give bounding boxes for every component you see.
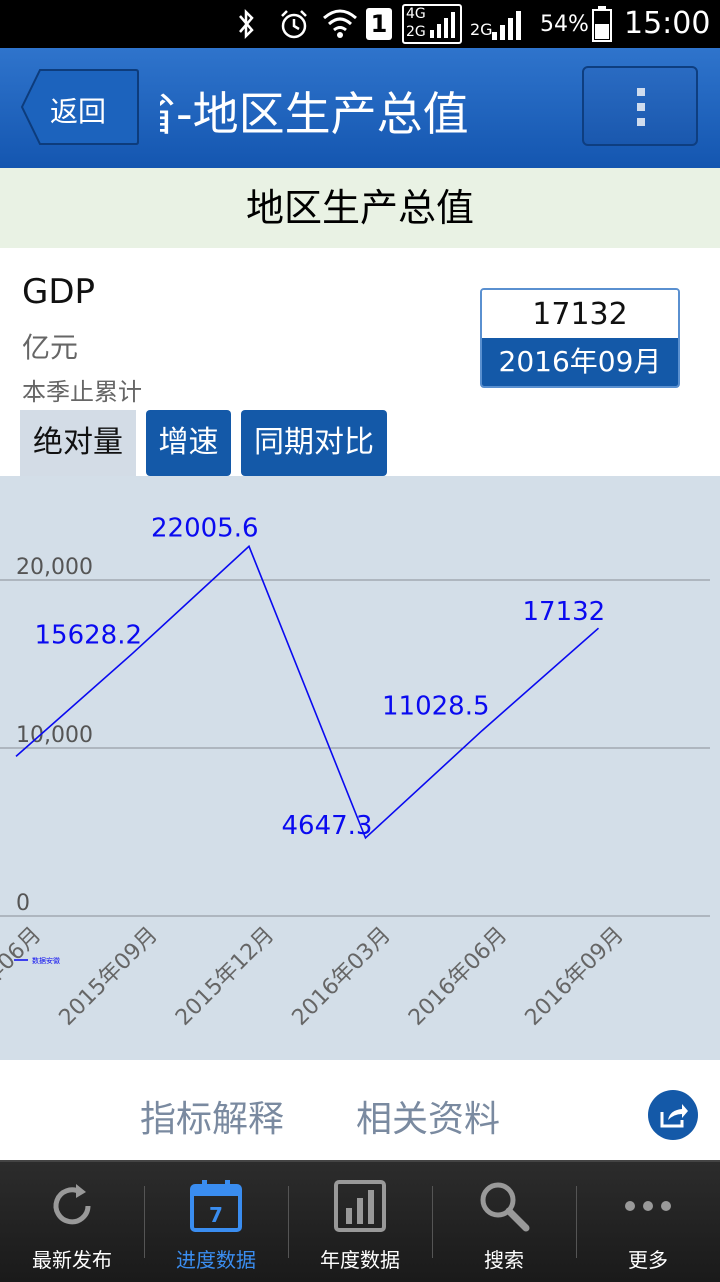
network-2g: 2G	[470, 20, 493, 39]
share-icon	[660, 1104, 688, 1128]
y-tick-label: 20,000	[16, 555, 93, 580]
sim-indicator: 1	[366, 8, 392, 40]
more-icon	[625, 1201, 671, 1211]
wifi-icon	[323, 9, 357, 38]
nav-search[interactable]: 搜索	[432, 1162, 576, 1282]
legend-label: 数据安徽	[32, 956, 60, 965]
bluetooth-icon	[239, 8, 254, 40]
y-tick-label: 0	[16, 891, 30, 916]
footer-links: 指标解释 相关资料	[0, 1060, 720, 1160]
line-chart: 20,000 10,000 0 15628.2 22005.6 4647.3 11028.5…	[0, 513, 710, 1031]
battery-percent: 54%	[540, 12, 589, 37]
back-button[interactable]: 返回	[20, 68, 140, 146]
x-tick-label: 2015年09月	[55, 923, 163, 1031]
bar-chart-icon	[334, 1180, 386, 1232]
signal-icon	[430, 12, 455, 38]
x-tick-label: 2016年03月	[288, 923, 396, 1031]
indicator-explanation-link[interactable]: 指标解释	[140, 1090, 284, 1142]
refresh-icon	[53, 1184, 91, 1225]
data-label: 15628.2	[35, 620, 143, 650]
series-line	[15, 544, 600, 840]
clock: 15:00	[624, 6, 711, 41]
page-title: 省-地区生产总值	[160, 87, 469, 141]
tab-growth-rate[interactable]: 增速	[146, 410, 231, 476]
nav-label: 更多	[628, 1248, 668, 1272]
data-label: 22005.6	[151, 513, 259, 543]
calendar-icon: 7	[190, 1180, 242, 1232]
data-label: 4647.3	[282, 811, 373, 841]
nav-latest-release[interactable]: 最新发布	[0, 1162, 144, 1282]
nav-label: 搜索	[484, 1248, 524, 1272]
nav-label: 年度数据	[320, 1248, 400, 1272]
nav-label: 进度数据	[176, 1248, 256, 1272]
y-tick-label: 10,000	[16, 723, 93, 748]
overflow-menu-button[interactable]	[582, 66, 698, 146]
gdp-chart[interactable]: 20,000 10,000 0 15628.2 22005.6 4647.3 11028.5…	[0, 476, 720, 1060]
status-bar: 1 4G 2G 2G 54% 15:00	[0, 0, 720, 48]
indicator-name: GDP	[22, 272, 96, 312]
nav-annual-data[interactable]: 年度数据	[288, 1162, 432, 1282]
tab-yoy-comparison[interactable]: 同期对比	[241, 410, 387, 476]
battery-icon	[592, 6, 612, 42]
x-tick-label: 2015年06月	[0, 923, 46, 1031]
search-icon	[480, 1182, 530, 1232]
signal-icon-2	[492, 11, 521, 40]
nav-progress-data[interactable]: 7 进度数据	[144, 1162, 288, 1282]
data-label: 11028.5	[382, 692, 490, 722]
app-header: 返回 省-地区生产总值	[0, 48, 720, 168]
alarm-icon	[281, 10, 307, 39]
indicator-unit: 亿元	[22, 331, 79, 364]
indicator-type: 本季止累计	[22, 378, 142, 406]
current-date: 2016年09月	[482, 338, 678, 386]
nav-label: 最新发布	[32, 1248, 112, 1272]
more-vertical-icon	[637, 88, 645, 126]
data-label: 17132	[523, 597, 606, 627]
x-tick-label: 2016年06月	[404, 923, 512, 1031]
x-tick-label: 2016年09月	[521, 923, 629, 1031]
x-tick-label: 2015年12月	[171, 923, 279, 1031]
section-title: 地区生产总值	[0, 168, 720, 248]
svg-text:7: 7	[209, 1203, 223, 1227]
tab-absolute[interactable]: 绝对量	[20, 410, 136, 476]
current-value-box[interactable]: 17132 2016年09月	[480, 288, 680, 388]
current-value: 17132	[482, 290, 678, 338]
network-4g-2g: 4G 2G	[402, 4, 462, 44]
bottom-navigation: 最新发布 7 进度数据 年度数据 搜索 更多	[0, 1160, 720, 1282]
back-button-label: 返回	[50, 95, 107, 128]
share-button[interactable]	[648, 1090, 698, 1140]
related-materials-link[interactable]: 相关资料	[356, 1090, 500, 1142]
nav-more[interactable]: 更多	[576, 1162, 720, 1282]
